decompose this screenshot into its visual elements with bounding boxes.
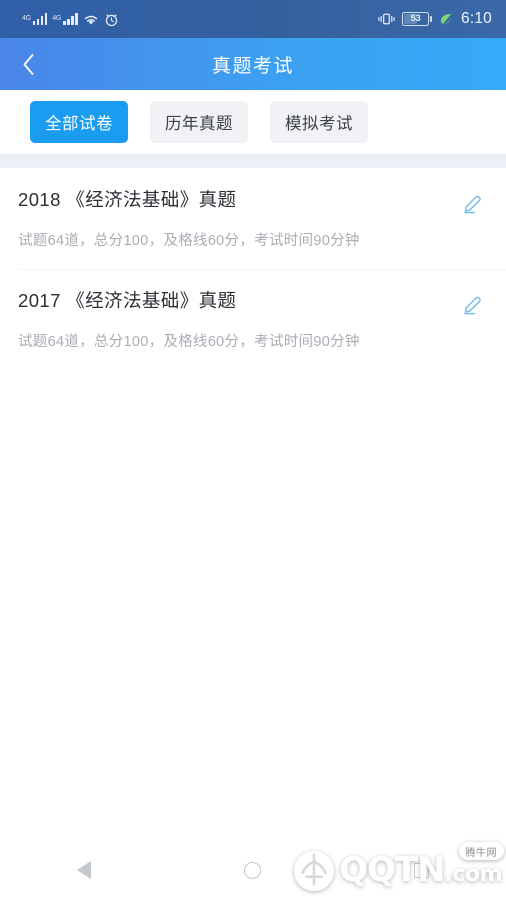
status-bar-clock: 6:10 [461,10,492,27]
status-bar-left: 4G 4G [22,12,119,27]
status-bar-right: 53 6:10 [378,10,492,28]
system-navigation-bar: QQTN.com 腾牛网 [0,840,506,900]
battery-body: 53 [402,12,430,26]
vibrate-icon [378,13,395,25]
app-header: 真题考试 [0,38,506,90]
tab-all-papers[interactable]: 全部试卷 [30,101,128,143]
list-item-header: 2017 《经济法基础》真题 [18,289,488,318]
phone-screen: 4G 4G 53 6:10 真题考试 全部试卷 历年真题 模拟考试 2018 《… [0,0,506,900]
tab-past-exams[interactable]: 历年真题 [150,101,248,143]
list-item-title: 2018 《经济法基础》真题 [18,189,237,210]
chevron-left-icon [23,53,33,75]
status-bar: 4G 4G 53 6:10 [0,0,506,38]
watermark-logo-icon [293,850,335,892]
signal-bars-sim1 [32,13,48,25]
nav-recents-button[interactable] [382,840,462,900]
pencil-edit-icon[interactable] [458,189,488,217]
list-item[interactable]: 2018 《经济法基础》真题 试题64道，总分100，及格线60分，考试时间90… [0,168,506,269]
nav-home-button[interactable] [213,840,293,900]
list-item-header: 2018 《经济法基础》真题 [18,188,488,217]
list-item-subtitle: 试题64道，总分100，及格线60分，考试时间90分钟 [18,333,360,350]
alarm-clock-icon [105,13,117,26]
square-recents-icon [414,862,430,878]
pencil-edit-icon[interactable] [458,290,488,318]
tab-bar: 全部试卷 历年真题 模拟考试 [0,90,506,154]
back-button[interactable] [0,38,56,90]
circle-home-icon [244,861,262,879]
signal-strength-sim1: 4G [22,13,48,25]
network-type-sim2-label: 4G [52,15,61,22]
battery-cap [430,16,433,22]
list-item-title: 2017 《经济法基础》真题 [18,289,237,311]
signal-bars-sim2 [63,13,78,25]
battery-level-label: 53 [410,13,421,25]
watermark-badge: 腾牛网 [458,842,504,861]
battery-indicator: 53 [402,12,433,26]
list-item[interactable]: 2017 《经济法基础》真题 试题64道，总分100，及格线60分，考试时间90… [0,268,506,370]
list-item-subtitle: 试题64道，总分100，及格线60分，考试时间90分钟 [18,233,360,249]
nav-back-button[interactable] [44,840,124,900]
page-title: 真题考试 [211,55,294,77]
network-type-sim1-label: 4G [22,15,31,22]
triangle-back-icon [77,861,92,879]
leaf-icon [441,14,452,25]
tab-mock-exams[interactable]: 模拟考试 [270,101,368,143]
wifi-icon [84,15,97,25]
pencil-edit-icon-glyph [464,195,481,214]
signal-strength-sim2: 4G [52,13,78,25]
section-divider [0,154,506,168]
pencil-edit-icon-glyph [464,296,481,315]
exam-paper-list: 2018 《经济法基础》真题 试题64道，总分100，及格线60分，考试时间90… [0,168,506,840]
